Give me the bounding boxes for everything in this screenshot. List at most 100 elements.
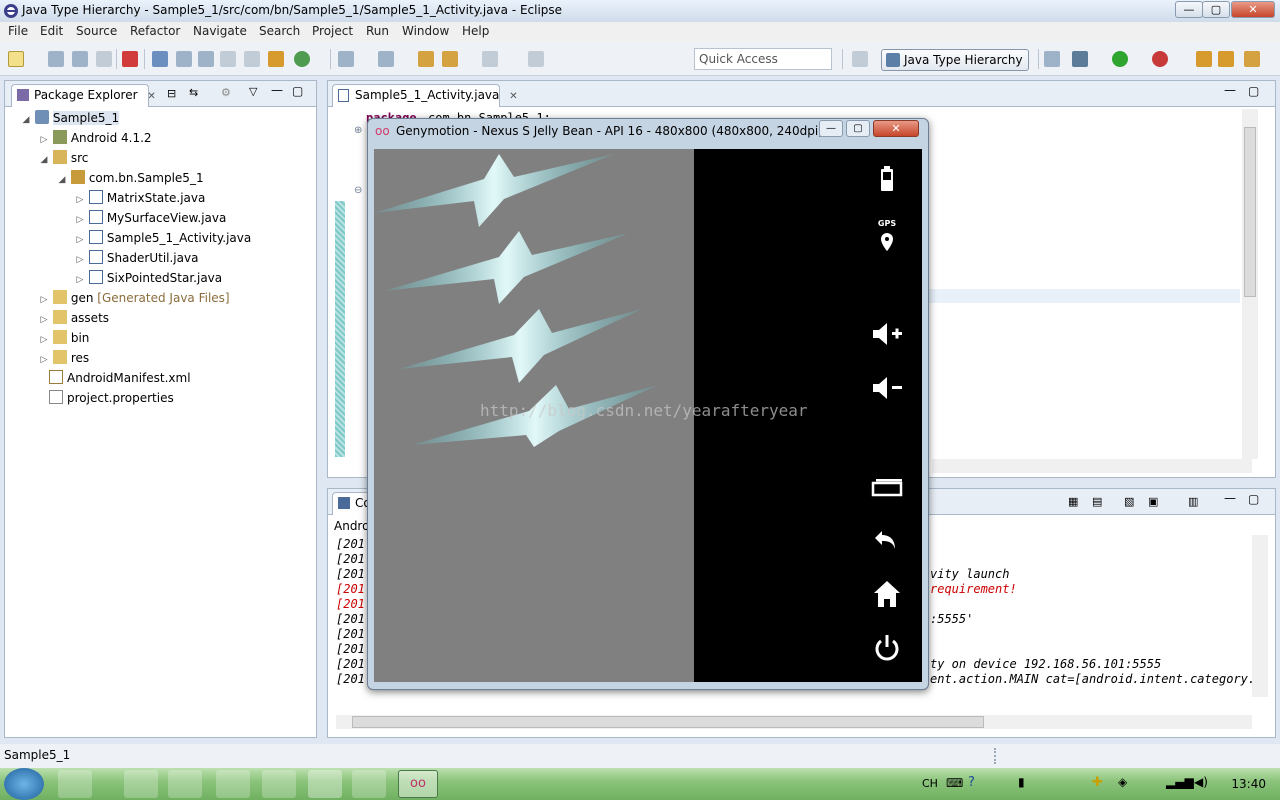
tree-item-java-file[interactable]: ▷ MySurfaceView.java — [5, 208, 316, 228]
menu-project[interactable]: Project — [312, 24, 353, 38]
external-tools-icon[interactable] — [1152, 51, 1168, 67]
battery-icon[interactable] — [872, 165, 902, 195]
network-icon[interactable]: ▂▄▆ — [1166, 775, 1194, 789]
emulator-maximize-button[interactable]: ▢ — [846, 120, 870, 137]
tree-item-bin[interactable]: ▷ bin — [5, 328, 316, 348]
menu-window[interactable]: Window — [402, 24, 449, 38]
clock[interactable]: 13:40 — [1231, 777, 1266, 791]
volume-icon[interactable]: ◀) — [1194, 775, 1208, 789]
menu-source[interactable]: Source — [76, 24, 117, 38]
volume-up-icon[interactable] — [870, 319, 906, 349]
print-icon[interactable] — [96, 51, 112, 67]
perspective-java-type-hierarchy[interactable]: Java Type Hierarchy — [881, 49, 1029, 71]
menu-run[interactable]: Run — [366, 24, 389, 38]
save-all-icon[interactable] — [72, 51, 88, 67]
collapse-icon[interactable]: ◢ — [39, 150, 49, 170]
recent-apps-icon[interactable] — [870, 473, 904, 503]
menu-search[interactable]: Search — [259, 24, 300, 38]
xml-icon[interactable] — [244, 51, 260, 67]
menu-help[interactable]: Help — [462, 24, 489, 38]
taskbar-eclipse-icon[interactable] — [308, 770, 342, 798]
home-icon[interactable] — [872, 579, 902, 609]
taskbar-folder-icon[interactable] — [262, 770, 296, 798]
expand-icon[interactable]: ▷ — [75, 250, 85, 270]
volume-down-icon[interactable] — [870, 373, 906, 403]
quick-access-input[interactable]: Quick Access — [694, 48, 832, 70]
open-console-icon[interactable]: ▥ — [1188, 495, 1198, 508]
open-type-hierarchy-icon[interactable] — [1218, 51, 1234, 67]
debug-icon[interactable] — [1072, 51, 1088, 67]
fold-icon[interactable]: ⊖ — [354, 185, 362, 196]
open-perspective-icon[interactable] — [852, 51, 868, 67]
tree-item-gen[interactable]: ▷ gen [Generated Java Files] — [5, 288, 316, 308]
expand-icon[interactable]: ▷ — [39, 310, 49, 330]
new-icon[interactable] — [8, 51, 24, 67]
pin-console-icon[interactable]: ▧ — [1124, 495, 1134, 508]
emulator-minimize-button[interactable]: — — [819, 120, 843, 137]
horizontal-scrollbar[interactable] — [932, 459, 1252, 473]
expand-icon[interactable]: ▷ — [75, 270, 85, 290]
tray-icon[interactable]: ▮ — [1018, 775, 1025, 789]
scroll-lock-icon[interactable]: ▤ — [1092, 495, 1102, 508]
maximize-view-icon[interactable]: ▢ — [292, 84, 303, 98]
save-icon[interactable] — [48, 51, 64, 67]
lint-icon[interactable] — [198, 51, 214, 67]
taskbar-app-icon[interactable] — [58, 770, 92, 798]
vertical-scrollbar[interactable] — [1242, 109, 1258, 459]
open-folder-icon[interactable] — [1196, 51, 1212, 67]
pin-editor-icon[interactable] — [528, 51, 544, 67]
nav-back-icon[interactable] — [442, 51, 458, 67]
tree-item-java-file[interactable]: ▷ Sample5_1_Activity.java — [5, 228, 316, 248]
expand-icon[interactable]: ▷ — [39, 330, 49, 350]
expand-icon[interactable]: ▷ — [75, 210, 85, 230]
refresh-icon[interactable] — [294, 51, 310, 67]
tab-package-explorer[interactable]: Package Explorer ✕ — [11, 84, 156, 107]
nav-forward-icon[interactable] — [482, 51, 498, 67]
minimize-view-icon[interactable]: — — [1224, 83, 1236, 97]
expand-icon[interactable]: ▷ — [39, 350, 49, 370]
menu-refactor[interactable]: Refactor — [130, 24, 180, 38]
skip-breakpoints-icon[interactable] — [1044, 51, 1060, 67]
minimize-view-icon[interactable]: — — [271, 83, 283, 97]
tree-item-java-file[interactable]: ▷ SixPointedStar.java — [5, 268, 316, 288]
open-type-icon[interactable] — [268, 51, 284, 67]
taskbar-chrome-icon[interactable] — [124, 770, 158, 798]
scrollbar-thumb[interactable] — [352, 716, 984, 728]
tree-item-manifest[interactable]: AndroidManifest.xml — [5, 368, 316, 388]
wand-icon[interactable] — [176, 51, 192, 67]
collapse-all-icon[interactable]: ⊟ — [167, 87, 176, 100]
help-icon[interactable]: ? — [968, 775, 975, 790]
expand-icon[interactable]: ▷ — [75, 230, 85, 250]
debug-device-icon[interactable] — [122, 51, 138, 67]
back-icon[interactable] — [418, 51, 434, 67]
console-vertical-scrollbar[interactable] — [1252, 535, 1268, 697]
search-toolbar-icon[interactable] — [338, 51, 354, 67]
view-menu-icon[interactable]: ⚙ — [221, 86, 231, 99]
power-icon[interactable] — [872, 633, 902, 663]
start-button[interactable] — [4, 768, 44, 800]
tree-item-res[interactable]: ▷ res — [5, 348, 316, 368]
menu-navigate[interactable]: Navigate — [193, 24, 247, 38]
collapse-icon[interactable]: ◢ — [21, 110, 31, 130]
android-sdk-icon[interactable] — [152, 51, 168, 67]
layout-icon[interactable] — [220, 51, 236, 67]
keyboard-icon[interactable]: ⌨ — [946, 776, 963, 790]
run-icon[interactable] — [1112, 51, 1128, 67]
tray-shield-icon[interactable]: ✚ — [1092, 775, 1103, 790]
tree-item-android[interactable]: ▷ Android 4.1.2 — [5, 128, 316, 148]
tree-item-package[interactable]: ◢ com.bn.Sample5_1 — [5, 168, 316, 188]
gps-location-icon[interactable] — [872, 229, 902, 259]
expand-icon[interactable]: ▷ — [39, 290, 49, 310]
menu-edit[interactable]: Edit — [40, 24, 63, 38]
console-horizontal-scrollbar[interactable] — [336, 715, 1252, 729]
language-indicator[interactable]: CH — [922, 777, 938, 790]
link-editor-icon[interactable]: ⇆ — [189, 86, 198, 99]
collapse-icon[interactable]: ◢ — [57, 170, 67, 190]
taskbar-ie-icon[interactable] — [168, 770, 202, 798]
tree-item-java-file[interactable]: ▷ MatrixState.java — [5, 188, 316, 208]
maximize-view-icon[interactable]: ▢ — [1248, 492, 1259, 506]
tab-sample5-activity[interactable]: Sample5_1_Activity.java ✕ — [332, 84, 518, 107]
taskbar-media-icon[interactable] — [216, 770, 250, 798]
close-tab-icon[interactable]: ✕ — [147, 91, 155, 102]
maximize-button[interactable]: ▢ — [1202, 1, 1230, 18]
